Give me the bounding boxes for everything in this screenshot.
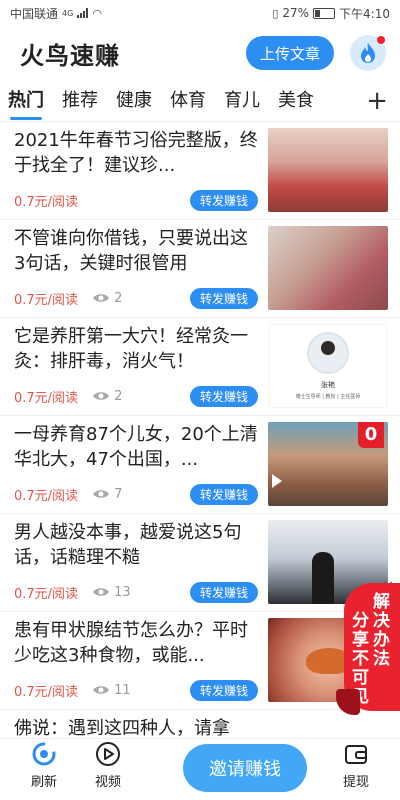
tab-hot[interactable]: 热门 xyxy=(8,86,44,120)
nav-video-label: 视频 xyxy=(94,775,121,790)
article-feed: 2021牛年春节习俗完整版，终于找全了！建议珍... 0.7元/阅读 转发赚钱 … xyxy=(0,122,400,738)
article-thumbnail[interactable] xyxy=(268,226,388,310)
add-tab-button[interactable]: + xyxy=(366,86,388,116)
battery-label: 27% xyxy=(282,6,310,20)
eye-icon xyxy=(93,686,110,694)
network-label: 4G xyxy=(62,8,74,18)
nav-withdraw[interactable]: 提现 xyxy=(334,741,378,790)
signal-icon xyxy=(77,8,89,18)
thumbnail-subcaption: 博士生导师 | 教授 | 主任医师 xyxy=(295,394,361,400)
tab-health[interactable]: 健康 xyxy=(116,86,152,116)
wifi-icon: ◠ xyxy=(92,6,102,20)
category-tabs: 热门 推荐 健康 体育 育儿 美食 + xyxy=(0,80,400,122)
app-title: 火鸟速赚 xyxy=(20,41,120,70)
view-count-value: 13 xyxy=(114,584,131,600)
article-title[interactable]: 佛说：遇到这四种人，请拿 xyxy=(14,716,378,738)
share-earn-button[interactable]: 转发赚钱 xyxy=(189,679,258,701)
eye-icon xyxy=(93,490,110,498)
tab-recommend[interactable]: 推荐 xyxy=(62,86,98,116)
article-title[interactable]: 男人越没本事，越爱说这5句话，话糙理不糙 xyxy=(14,520,258,570)
battery-icon xyxy=(313,7,336,19)
article-item[interactable]: 它是养肝第一大穴！经常灸一灸：排肝毒，消火气！ 0.7元/阅读 2 转发赚钱 张… xyxy=(0,318,400,416)
upload-article-button[interactable]: 上传文章 xyxy=(245,36,334,70)
view-count-value: 2 xyxy=(114,290,123,306)
vibrate-icon: ▯ xyxy=(272,6,279,20)
article-price: 0.7元/阅读 xyxy=(14,390,79,406)
thumbnail-caption: 张艳 xyxy=(321,381,335,389)
article-title[interactable]: 患有甲状腺结节怎么办？平时少吃这3种食物，或能... xyxy=(14,618,258,668)
tab-sports[interactable]: 体育 xyxy=(170,86,206,116)
article-price: 0.7元/阅读 xyxy=(14,194,79,210)
article-thumbnail[interactable]: 0 xyxy=(268,422,388,506)
article-thumbnail[interactable] xyxy=(268,128,388,212)
article-price: 0.7元/阅读 xyxy=(14,684,79,700)
notification-dot xyxy=(377,36,385,44)
share-earn-button[interactable]: 转发赚钱 xyxy=(189,581,258,603)
carrier-label: 中国联通 xyxy=(10,6,59,21)
share-earn-button[interactable]: 转发赚钱 xyxy=(189,483,258,505)
article-item[interactable]: 2021牛年春节习俗完整版，终于找全了！建议珍... 0.7元/阅读 转发赚钱 xyxy=(0,122,400,220)
flame-icon xyxy=(361,43,375,63)
article-price: 0.7元/阅读 xyxy=(14,488,79,504)
share-earn-button[interactable]: 转发赚钱 xyxy=(189,287,258,309)
article-item[interactable]: 佛说：遇到这四种人，请拿 xyxy=(0,710,400,738)
article-item[interactable]: 男人越没本事，越爱说这5句话，话糙理不糙 0.7元/阅读 13 转发赚钱 xyxy=(0,514,400,612)
clock-label: 下午4:10 xyxy=(339,6,390,21)
article-price: 0.7元/阅读 xyxy=(14,586,79,602)
thumbnail-badge: 0 xyxy=(358,422,384,448)
nav-withdraw-label: 提现 xyxy=(342,775,369,790)
article-title[interactable]: 一母养育87个儿女，20个上清华北大，47个出国，... xyxy=(14,422,258,472)
play-icon xyxy=(272,474,282,488)
video-icon xyxy=(96,742,120,766)
badge-text-right: 解决办法 xyxy=(373,592,390,669)
silhouette-figure xyxy=(312,552,334,604)
article-item[interactable]: 不管谁向你借钱，只要说出这3句话，关键时很管用 0.7元/阅读 2 转发赚钱 xyxy=(0,220,400,318)
article-title[interactable]: 2021牛年春节习俗完整版，终于找全了！建议珍... xyxy=(14,128,258,178)
status-bar: 中国联通 4G ◠ ▯ 27% 下午4:10 xyxy=(0,0,400,26)
refresh-icon xyxy=(32,742,56,766)
view-count-value: 7 xyxy=(114,486,123,502)
share-invisible-help-badge[interactable]: 分享不可见 解决办法 xyxy=(336,583,400,715)
nav-video[interactable]: 视频 xyxy=(86,741,130,790)
view-count: 7 xyxy=(92,487,122,502)
article-item[interactable]: 一母养育87个儿女，20个上清华北大，47个出国，... 0.7元/阅读 7 转… xyxy=(0,416,400,514)
eye-icon xyxy=(93,392,110,400)
nav-refresh-label: 刷新 xyxy=(30,775,57,790)
wallet-icon xyxy=(345,745,367,764)
flame-button[interactable] xyxy=(350,35,386,71)
invite-earn-button[interactable]: 邀请赚钱 xyxy=(183,744,307,792)
view-count-value: 2 xyxy=(114,388,123,404)
eye-icon xyxy=(93,294,110,302)
tab-parenting[interactable]: 育儿 xyxy=(224,86,260,116)
article-title[interactable]: 不管谁向你借钱，只要说出这3句话，关键时很管用 xyxy=(14,226,258,276)
view-count-value: 11 xyxy=(114,682,131,698)
view-count: 2 xyxy=(92,389,122,404)
doctor-avatar xyxy=(307,332,349,374)
article-thumbnail[interactable]: 张艳 博士生导师 | 教授 | 主任医师 xyxy=(268,324,388,408)
eye-icon xyxy=(93,588,110,596)
share-earn-button[interactable]: 转发赚钱 xyxy=(189,189,258,211)
view-count: 13 xyxy=(92,585,131,600)
view-count: 2 xyxy=(92,291,122,306)
share-earn-button[interactable]: 转发赚钱 xyxy=(189,385,258,407)
article-price: 0.7元/阅读 xyxy=(14,292,79,308)
article-title[interactable]: 它是养肝第一大穴！经常灸一灸：排肝毒，消火气！ xyxy=(14,324,258,374)
app-header: 火鸟速赚 上传文章 xyxy=(0,26,400,80)
nav-refresh[interactable]: 刷新 xyxy=(22,741,66,790)
view-count: 11 xyxy=(92,683,131,698)
tab-food[interactable]: 美食 xyxy=(278,86,314,116)
